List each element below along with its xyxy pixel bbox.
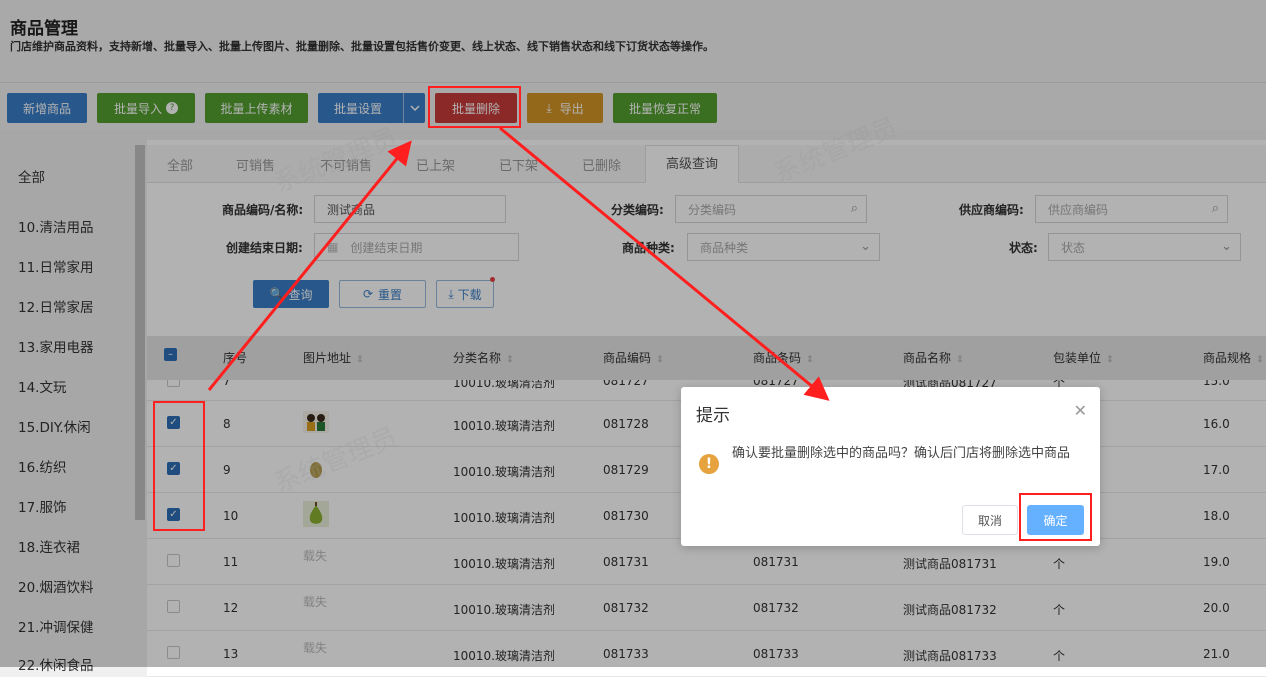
annotation-arrows xyxy=(207,126,830,401)
annotation-arrow xyxy=(499,126,830,401)
annotation-arrow xyxy=(207,140,412,391)
